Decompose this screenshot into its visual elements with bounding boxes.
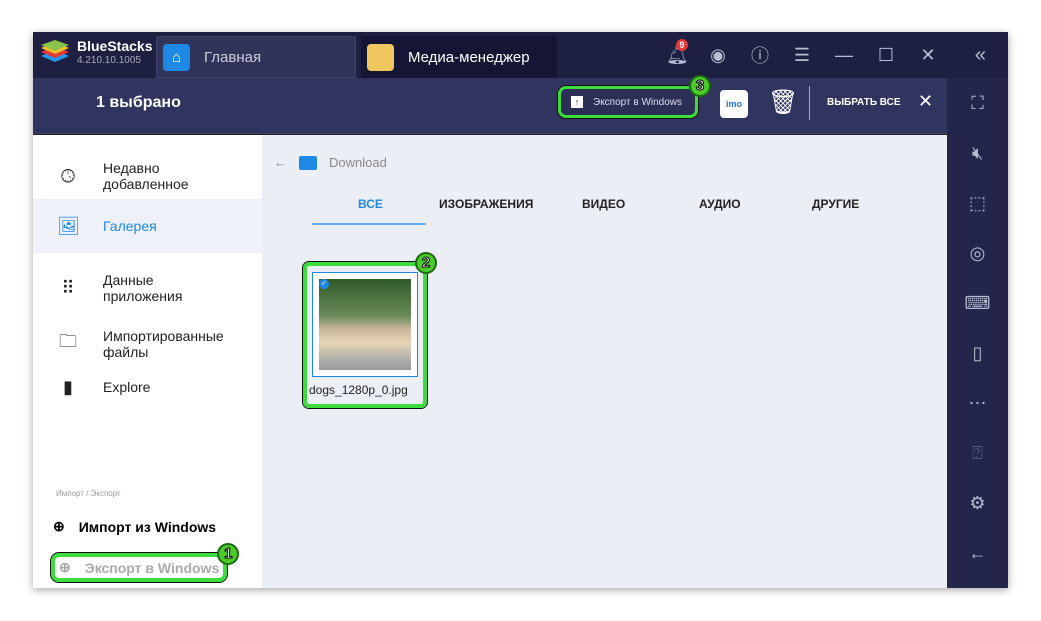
account-icon[interactable]: ◉ xyxy=(708,45,728,66)
maximize-icon[interactable]: ☐ xyxy=(876,45,896,66)
sidebar-item-label: Данные приложения xyxy=(103,272,183,304)
trash-icon[interactable]: 🗑︎ xyxy=(768,88,798,117)
folder-name: Download xyxy=(329,155,387,170)
import-from-windows-button[interactable]: ⊕ Импорт из Windows xyxy=(53,518,216,535)
folder-icon xyxy=(367,43,394,71)
folder-outline-icon: 🗀 xyxy=(59,331,77,351)
selected-check-icon[interactable]: ✓ xyxy=(319,279,329,289)
home-icon: ⌂ xyxy=(163,43,190,71)
sidebar-item-label: Галерея xyxy=(103,218,157,234)
bell-icon[interactable]: 🔔︎ 9 xyxy=(666,38,689,66)
device-icon[interactable]: ▯ xyxy=(973,328,983,378)
right-toolbar: ⛶ 🔇︎ ⬚ ◎ ⌨ ▯ ⋯ ⍰ ⚙ ← xyxy=(947,78,1008,588)
divider xyxy=(809,86,810,120)
export-to-windows-sidebar-button[interactable]: ⊕ Экспорт в Windows 1 xyxy=(51,543,240,582)
tab-home[interactable]: ⌂ Главная xyxy=(156,36,356,78)
sidebar-item-label: Explore xyxy=(103,379,151,395)
filter-tab-other[interactable]: ДРУГИЕ xyxy=(812,197,859,211)
imo-share-button[interactable]: imo xyxy=(720,90,748,118)
keyboard-icon[interactable]: ⌨ xyxy=(965,278,991,328)
sd-card-icon: ▮ xyxy=(63,376,73,397)
sidebar-item-app-data[interactable]: ⠿ Данные приложения xyxy=(33,261,262,315)
more-icon[interactable]: ⋯ xyxy=(969,378,987,428)
upload-icon: ↑ xyxy=(571,96,583,108)
section-label: Импорт / Экспорт xyxy=(56,489,121,498)
download-icon: ⊕ xyxy=(53,518,65,534)
sidebar-item-recent[interactable]: 🕓︎ Недавно добавленное xyxy=(33,149,262,203)
sidebar-item-explore[interactable]: ▮ Explore xyxy=(33,367,262,407)
filter-tab-video[interactable]: ВИДЕО xyxy=(582,197,625,211)
export-to-windows-button[interactable]: ↑ Экспорт в Windows 3 xyxy=(558,75,711,118)
import-label: Импорт из Windows xyxy=(78,518,217,535)
sidebar-item-gallery[interactable]: 🖼︎ Галерея xyxy=(33,199,262,253)
filter-tab-images[interactable]: ИЗОБРАЖЕНИЯ xyxy=(439,197,533,211)
close-selection-icon[interactable]: ✕ xyxy=(918,91,933,112)
close-icon[interactable]: ✕ xyxy=(918,45,938,66)
minimize-icon[interactable]: — xyxy=(834,45,854,66)
back-icon[interactable]: ← xyxy=(969,528,987,578)
gear-icon[interactable]: ⚙ xyxy=(969,478,985,528)
sidebar-item-label: Импортированные файлы xyxy=(103,328,224,360)
bluestacks-logo xyxy=(41,40,69,62)
selection-header: 1 выбрано ↑ Экспорт в Windows 3 imo 🗑︎ ВЫ… xyxy=(33,75,947,134)
selected-count: 1 выбрано xyxy=(96,94,181,111)
file-item[interactable]: ✓ dogs_1280p_0.jpg 2 xyxy=(303,252,437,408)
image-icon: 🖼︎ xyxy=(57,215,80,236)
folder-icon xyxy=(299,155,317,170)
mute-icon[interactable]: 🔇︎ xyxy=(972,128,983,178)
menu-icon[interactable]: ☰ xyxy=(792,45,812,66)
tab-media-manager[interactable]: Медиа-менеджер xyxy=(361,36,557,78)
annotation-3: 3 xyxy=(689,75,711,97)
dogs-photo: ✓ xyxy=(319,279,411,370)
filter-tab-audio[interactable]: АУДИО xyxy=(699,197,741,211)
apps-grid-icon: ⠿ xyxy=(61,277,75,298)
annotation-2: 2 xyxy=(415,252,437,274)
fullscreen-icon[interactable]: ⛶ xyxy=(971,78,984,128)
export-label: Экспорт в Windows xyxy=(593,96,683,108)
sidebar-item-imported[interactable]: 🗀 Импортированные файлы xyxy=(33,317,262,371)
breadcrumb: ← Download xyxy=(274,155,387,170)
filter-tab-all[interactable]: ВСЕ xyxy=(358,197,383,211)
help-box-icon[interactable]: ⍰ xyxy=(972,428,983,478)
back-arrow-icon[interactable]: ← xyxy=(274,155,287,170)
help-icon[interactable]: ⓘ xyxy=(750,42,770,68)
clock-icon: 🕓︎ xyxy=(60,165,76,186)
file-browser: ← Download ВСЕ ИЗОБРАЖЕНИЯ ВИДЕО АУДИО ДР… xyxy=(262,135,947,588)
app-version: 4.210.10.1005 xyxy=(77,55,141,66)
annotation-1: 1 xyxy=(217,543,240,565)
export-label: Экспорт в Windows xyxy=(84,559,220,576)
select-all-button[interactable]: ВЫБРАТЬ ВСЕ xyxy=(827,97,901,108)
sidebar-item-label: Недавно добавленное xyxy=(103,160,189,192)
sidebar: 🕓︎ Недавно добавленное 🖼︎ Галерея ⠿ Данные … xyxy=(33,135,262,588)
eye-icon[interactable]: ◎ xyxy=(970,228,986,278)
active-tab-indicator xyxy=(312,223,426,225)
screenshot-icon[interactable]: ⬚ xyxy=(969,178,986,228)
bluestacks-window: BlueStacks 4.210.10.1005 ⌂ Главная Медиа-… xyxy=(33,32,1008,588)
tab-label: Медиа-менеджер xyxy=(408,48,530,66)
file-name: dogs_1280p_0.jpg xyxy=(309,383,408,397)
upload-icon: ⊕ xyxy=(59,559,71,575)
notification-badge: 9 xyxy=(676,38,688,51)
collapse-sidebar-icon[interactable]: « xyxy=(975,44,986,67)
app-brand: BlueStacks xyxy=(77,38,153,54)
tab-label: Главная xyxy=(204,48,262,66)
title-bar: BlueStacks 4.210.10.1005 ⌂ Главная Медиа-… xyxy=(33,32,1008,78)
file-thumbnail: ✓ xyxy=(312,272,418,377)
